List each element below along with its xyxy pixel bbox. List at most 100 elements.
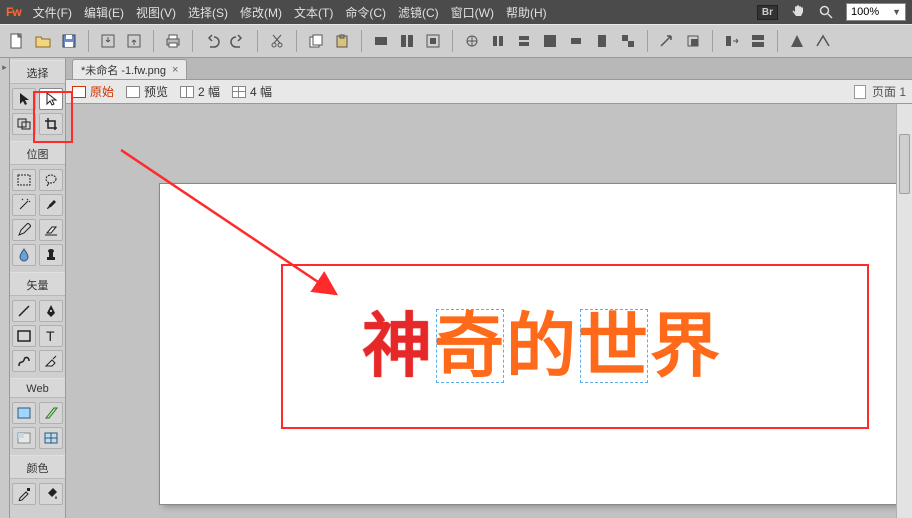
view-mode-strip: 原始 预览 2 幅 4 幅 页面 1: [66, 80, 912, 104]
menu-filter[interactable]: 滤镜(C): [398, 4, 439, 21]
document-area: *未命名 -1.fw.png × 原始 预览 2 幅 4 幅: [66, 58, 912, 518]
document-tab[interactable]: *未命名 -1.fw.png ×: [72, 59, 187, 79]
menu-view[interactable]: 视图(V): [136, 4, 176, 21]
bucket-tool[interactable]: [39, 483, 63, 505]
tool-btn-c2[interactable]: [682, 30, 704, 52]
pencil-tool[interactable]: [12, 219, 36, 241]
tools-section-bitmap: 位图: [10, 141, 65, 165]
hand-icon[interactable]: [790, 4, 806, 20]
app-logo: Fw: [6, 5, 21, 19]
slice-tool[interactable]: [39, 402, 63, 424]
bridge-badge[interactable]: Br: [757, 5, 778, 20]
show-slice-tool[interactable]: [39, 427, 63, 449]
menu-modify[interactable]: 修改(M): [240, 4, 282, 21]
knife-tool[interactable]: [39, 350, 63, 372]
left-rail[interactable]: ▸: [0, 58, 10, 518]
menu-help[interactable]: 帮助(H): [506, 4, 547, 21]
view-original[interactable]: 原始: [72, 83, 114, 100]
tool-btn-c1[interactable]: [656, 30, 678, 52]
menu-window[interactable]: 窗口(W): [451, 4, 494, 21]
zoom-value: 100%: [851, 6, 879, 18]
eraser-tool[interactable]: [39, 219, 63, 241]
brush-tool[interactable]: [39, 194, 63, 216]
tool-btn-b3[interactable]: [513, 30, 535, 52]
tool-btn-b5[interactable]: [565, 30, 587, 52]
stamp-tool[interactable]: [39, 244, 63, 266]
line-tool[interactable]: [12, 300, 36, 322]
tool-btn-b2[interactable]: [487, 30, 509, 52]
text-char-1: 神: [362, 307, 434, 385]
view-preview-icon: [126, 86, 140, 98]
lasso-tool[interactable]: [39, 169, 63, 191]
view-4up-icon: [232, 86, 246, 98]
rect-tool[interactable]: [12, 325, 36, 347]
vertical-scrollbar[interactable]: [896, 104, 912, 518]
view-4up[interactable]: 4 幅: [232, 83, 272, 100]
hotspot-tool[interactable]: [12, 402, 36, 424]
tools-section-select: 选择: [10, 60, 65, 84]
tool-btn-e2[interactable]: [812, 30, 834, 52]
canvas[interactable]: 神奇的世界: [66, 104, 912, 518]
redo-button[interactable]: [227, 30, 249, 52]
menu-select[interactable]: 选择(S): [188, 4, 228, 21]
eyedropper-tool[interactable]: [12, 483, 36, 505]
export-button[interactable]: [123, 30, 145, 52]
menu-file[interactable]: 文件(F): [33, 4, 72, 21]
wand-tool[interactable]: [12, 194, 36, 216]
view-preview[interactable]: 预览: [126, 83, 168, 100]
freeform-tool[interactable]: [12, 350, 36, 372]
tool-btn-b7[interactable]: [617, 30, 639, 52]
page-label[interactable]: 页面 1: [872, 83, 906, 100]
tool-btn-d2[interactable]: [747, 30, 769, 52]
hide-slice-tool[interactable]: [12, 427, 36, 449]
tool-btn-e1[interactable]: [786, 30, 808, 52]
text-char-3: 的: [506, 307, 578, 385]
tool-btn-a3[interactable]: [422, 30, 444, 52]
menu-text[interactable]: 文本(T): [294, 4, 333, 21]
blur-tool[interactable]: [12, 244, 36, 266]
new-button[interactable]: [6, 30, 28, 52]
tools-palette: 选择 位图 矢量 T Web: [10, 58, 66, 518]
tool-btn-a1[interactable]: [370, 30, 392, 52]
save-button[interactable]: [58, 30, 80, 52]
main-toolbar: [0, 24, 912, 58]
search-icon[interactable]: [818, 4, 834, 20]
text-char-2: 奇: [434, 307, 506, 385]
paste-button[interactable]: [331, 30, 353, 52]
view-2up-icon: [180, 86, 194, 98]
print-button[interactable]: [162, 30, 184, 52]
marquee-tool[interactable]: [12, 169, 36, 191]
menu-command[interactable]: 命令(C): [345, 4, 386, 21]
tools-section-vector: 矢量: [10, 272, 65, 296]
scrollbar-thumb[interactable]: [899, 134, 910, 194]
svg-text:T: T: [46, 329, 55, 343]
tool-btn-b1[interactable]: [461, 30, 483, 52]
import-button[interactable]: [97, 30, 119, 52]
text-char-5: 界: [650, 307, 722, 385]
document-tab-title: *未命名 -1.fw.png: [81, 62, 166, 78]
pen-tool[interactable]: [39, 300, 63, 322]
page-text[interactable]: 神奇的世界: [362, 290, 722, 391]
scale-tool[interactable]: [12, 113, 36, 135]
zoom-select[interactable]: 100% ▼: [846, 3, 906, 21]
tools-section-web: Web: [10, 378, 65, 398]
document-page[interactable]: 神奇的世界: [160, 184, 906, 504]
tool-btn-a2[interactable]: [396, 30, 418, 52]
tool-btn-b6[interactable]: [591, 30, 613, 52]
menu-bar: Fw 文件(F) 编辑(E) 视图(V) 选择(S) 修改(M) 文本(T) 命…: [0, 0, 912, 24]
page-icon: [854, 85, 866, 99]
copy-button[interactable]: [305, 30, 327, 52]
tool-btn-d1[interactable]: [721, 30, 743, 52]
subselect-tool[interactable]: [39, 88, 63, 110]
text-tool[interactable]: T: [39, 325, 63, 347]
pointer-tool[interactable]: [12, 88, 36, 110]
menu-edit[interactable]: 编辑(E): [84, 4, 124, 21]
open-button[interactable]: [32, 30, 54, 52]
close-tab-button[interactable]: ×: [172, 64, 178, 76]
tool-btn-b4[interactable]: [539, 30, 561, 52]
tools-section-color: 颜色: [10, 455, 65, 479]
cut-button[interactable]: [266, 30, 288, 52]
view-2up[interactable]: 2 幅: [180, 83, 220, 100]
undo-button[interactable]: [201, 30, 223, 52]
crop-tool[interactable]: [39, 113, 63, 135]
